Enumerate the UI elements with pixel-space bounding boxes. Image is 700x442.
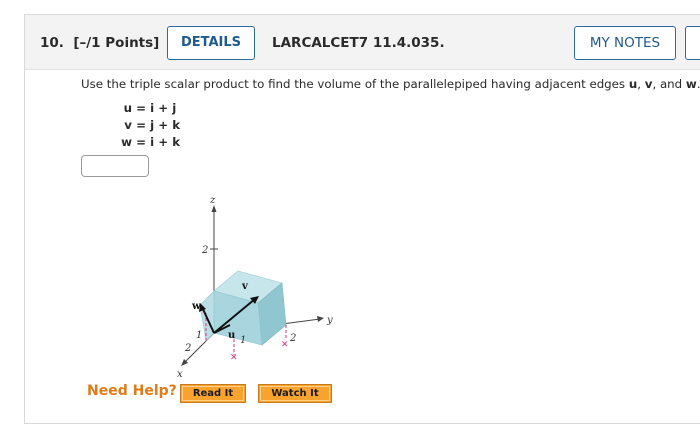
vector-u-label: u xyxy=(228,330,235,341)
vector-w-label: w xyxy=(191,301,201,312)
answer-input[interactable] xyxy=(81,155,149,177)
guide-u-mark: ✕ xyxy=(230,353,238,363)
tick-y-2: 2 xyxy=(289,333,296,344)
equation-w: w = i + k xyxy=(121,135,181,149)
axis-y-label: y xyxy=(326,315,333,326)
watch-it-button[interactable]: Watch It xyxy=(258,384,332,403)
read-it-button[interactable]: Read It xyxy=(180,384,246,403)
question-card: 10. [–/1 Points] DETAILS LARCALCET7 11.4… xyxy=(24,14,700,424)
z-axis-arrow xyxy=(211,205,217,212)
equation-u: u = i + j xyxy=(123,101,177,115)
tick-z-2: 2 xyxy=(201,245,208,256)
axis-x-label: x xyxy=(177,369,183,380)
vector-v-label: v xyxy=(241,281,249,292)
need-help-label: Need Help? xyxy=(87,383,177,399)
ask-teacher-button[interactable] xyxy=(685,26,700,60)
parallelepiped-figure: ✕ ✕ z y x 2 1 2 1 2 u v w xyxy=(177,195,333,380)
question-number: 10. [–/1 Points] xyxy=(40,35,160,51)
tick-x-2: 2 xyxy=(184,343,191,354)
assignment-code: LARCALCET7 11.4.035. xyxy=(272,35,445,51)
equation-v: v = j + k xyxy=(124,118,181,132)
tick-y-1: 1 xyxy=(240,335,246,346)
question-prompt: Use the triple scalar product to find th… xyxy=(81,77,700,91)
tick-x-1: 1 xyxy=(196,330,202,341)
question-header: 10. [–/1 Points] DETAILS LARCALCET7 11.4… xyxy=(25,15,700,70)
y-axis-arrow xyxy=(317,316,324,322)
details-button[interactable]: DETAILS xyxy=(167,26,255,60)
my-notes-button[interactable]: MY NOTES xyxy=(574,26,676,60)
points-label: [–/1 Points] xyxy=(73,35,160,51)
axis-z-label: z xyxy=(209,195,216,206)
guide-y-mark: ✕ xyxy=(281,340,289,350)
